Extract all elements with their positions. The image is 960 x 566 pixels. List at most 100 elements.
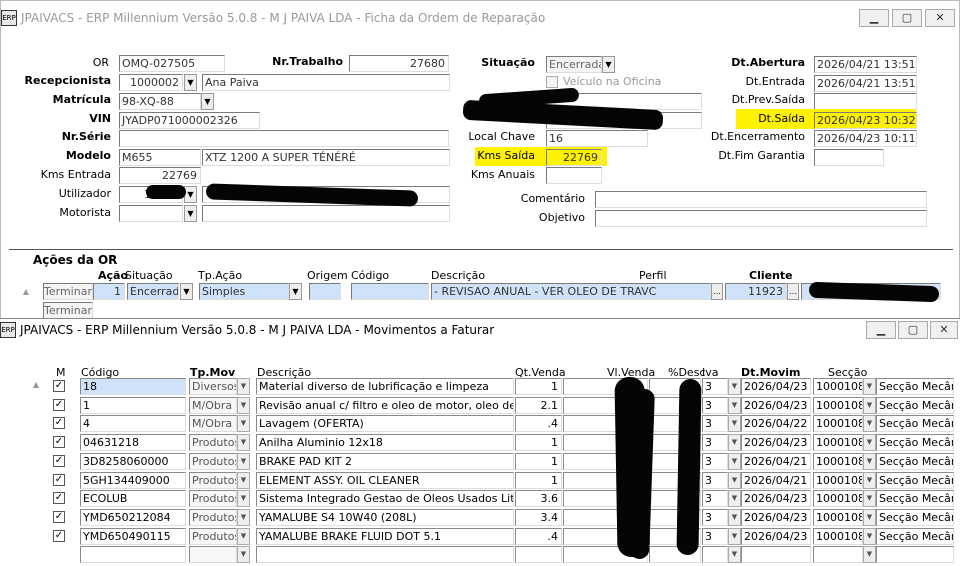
dt-movim-cell[interactable]: 2026/04/23 — [741, 396, 811, 414]
select-checkbox[interactable]: ✓ — [53, 436, 65, 449]
dt-movim-cell[interactable]: 2026/04/22 — [741, 415, 811, 433]
terminar-button[interactable]: Terminar — [43, 283, 93, 300]
local-chave-field[interactable]: 16 — [546, 130, 648, 147]
table-row[interactable]: ✓ 4 M/Obra ▼ Lavagem (OFERTA) .4 3 ▼ 2026/04/22 1… — [0, 414, 960, 433]
seccao-cell[interactable]: Secção Mecân — [876, 452, 954, 470]
table-row[interactable]: ✓ ECOLUB Produtos ▼ Sistema Integrado Gestao… — [0, 489, 960, 508]
kms-anuais-field[interactable] — [546, 167, 602, 184]
seccao-code-cell[interactable]: 1000108 — [813, 452, 863, 470]
table-row[interactable]: ✓ YMD650212084 Produtos ▼ YAMALUBE S4 10W40 … — [0, 508, 960, 527]
seccao-cell[interactable]: Secção Mecân — [876, 508, 954, 526]
tp-mov-cell[interactable]: Produtos — [189, 471, 237, 489]
matricula-field[interactable]: 98-XQ-88 — [119, 93, 201, 110]
iva-dropdown-icon[interactable]: ▼ — [728, 471, 741, 489]
acao-number-cell[interactable]: 1 — [93, 283, 125, 300]
qt-venda-cell[interactable]: 1 — [515, 471, 562, 489]
close-button[interactable]: ✕ — [930, 321, 958, 339]
seccao-dropdown-icon[interactable]: ▼ — [863, 415, 876, 433]
codigo-cell[interactable]: 1 — [80, 396, 186, 414]
iva-cell[interactable]: 3 — [702, 452, 728, 470]
acao-desc-ellipsis-icon[interactable]: … — [711, 283, 723, 300]
scroll-up-icon[interactable]: ▲ — [19, 285, 33, 299]
qt-venda-cell[interactable]: .4 — [515, 527, 562, 545]
iva-dropdown-icon[interactable]: ▼ — [728, 546, 741, 564]
iva-cell[interactable]: 3 — [702, 508, 728, 526]
tp-mov-dropdown-icon[interactable]: ▼ — [237, 378, 250, 395]
maximize-button[interactable]: ▢ — [898, 321, 928, 339]
dt-movim-cell[interactable]: 2026/04/21 — [741, 452, 811, 470]
select-checkbox[interactable]: ✓ — [53, 492, 65, 505]
dt-saida-field[interactable]: 2026/04/23 10:32 — [814, 112, 917, 129]
tp-mov-cell[interactable]: Diversos — [189, 378, 237, 395]
maximize-button[interactable]: ▢ — [892, 9, 922, 27]
recepcionista-code-field[interactable]: 1000002 — [119, 74, 183, 91]
qt-venda-cell[interactable]: .4 — [515, 415, 562, 433]
acao-cliente-cell[interactable]: 11923 — [725, 283, 787, 300]
descricao-cell[interactable]: Anilha Aluminio 12x18 — [256, 434, 514, 452]
seccao-cell[interactable]: Secção Mecân — [876, 434, 954, 452]
table-row[interactable]: ✓ YMD650490115 Produtos ▼ YAMALUBE BRAKE FLU… — [0, 527, 960, 546]
table-row[interactable]: ✓ 18 Diversos ▼ Material diverso de lubrific… — [0, 377, 960, 396]
codigo-cell[interactable]: ECOLUB — [80, 490, 186, 508]
iva-cell[interactable]: 3 — [702, 527, 728, 545]
codigo-cell[interactable]: 5GH134409000 — [80, 471, 186, 489]
seccao-dropdown-icon[interactable]: ▼ — [863, 378, 876, 395]
matricula-dropdown-icon[interactable]: ▼ — [201, 93, 214, 110]
table-row[interactable]: ▼ ▼ ▼ — [0, 545, 960, 564]
acao-descricao-cell[interactable]: - REVISAO ANUAL - VER OLEO DE TRAVC — [431, 283, 711, 300]
seccao-code-cell[interactable] — [813, 546, 863, 564]
descricao-cell[interactable]: Material diverso de lubrificação e limpe… — [256, 378, 514, 395]
iva-dropdown-icon[interactable]: ▼ — [728, 434, 741, 452]
tp-mov-dropdown-icon[interactable]: ▼ — [237, 508, 250, 526]
seccao-dropdown-icon[interactable]: ▼ — [863, 452, 876, 470]
acao-origem-cell[interactable] — [309, 283, 341, 300]
tp-mov-dropdown-icon[interactable]: ▼ — [237, 546, 250, 564]
descricao-cell[interactable]: YAMALUBE BRAKE FLUID DOT 5.1 — [256, 527, 514, 545]
seccao-code-cell[interactable]: 1000108 — [813, 508, 863, 526]
seccao-code-cell[interactable]: 1000108 — [813, 396, 863, 414]
seccao-cell[interactable]: Secção Mecân — [876, 396, 954, 414]
codigo-cell[interactable] — [80, 546, 186, 564]
select-checkbox[interactable]: ✓ — [53, 380, 65, 392]
seccao-code-cell[interactable]: 1000108 — [813, 434, 863, 452]
seccao-code-cell[interactable]: 1000108 — [813, 378, 863, 395]
tp-mov-dropdown-icon[interactable]: ▼ — [237, 490, 250, 508]
tp-mov-dropdown-icon[interactable]: ▼ — [237, 415, 250, 433]
tp-mov-cell[interactable]: Produtos — [189, 508, 237, 526]
acao-tp-cell[interactable]: Simples — [199, 283, 289, 300]
seccao-dropdown-icon[interactable]: ▼ — [863, 546, 876, 564]
seccao-dropdown-icon[interactable]: ▼ — [863, 508, 876, 526]
seccao-cell[interactable]: Secção Mecân — [876, 471, 954, 489]
qt-venda-cell[interactable]: 3.4 — [515, 508, 562, 526]
descricao-cell[interactable]: ELEMENT ASSY. OIL CLEANER — [256, 471, 514, 489]
iva-cell[interactable]: 3 — [702, 471, 728, 489]
select-checkbox[interactable]: ✓ — [53, 454, 65, 467]
dt-fim-garantia-field[interactable] — [814, 149, 884, 166]
qt-venda-cell[interactable]: 1 — [515, 378, 562, 395]
descricao-cell[interactable]: Lavagem (OFERTA) — [256, 415, 514, 433]
select-checkbox[interactable]: ✓ — [53, 417, 65, 430]
tp-mov-cell[interactable]: M/Obra — [189, 396, 237, 414]
situacao-dropdown-icon[interactable]: ▼ — [602, 56, 615, 73]
kms-saida-field[interactable]: 22769 — [546, 149, 602, 166]
iva-cell[interactable] — [702, 546, 728, 564]
acao-situacao-dropdown-icon[interactable]: ▼ — [180, 283, 193, 300]
seccao-cell[interactable]: Secção Mecân — [876, 527, 954, 545]
acao-tp-dropdown-icon[interactable]: ▼ — [289, 283, 302, 300]
codigo-cell[interactable]: 18 — [80, 378, 186, 395]
iva-dropdown-icon[interactable]: ▼ — [728, 396, 741, 414]
seccao-code-cell[interactable]: 1000108 — [813, 471, 863, 489]
descricao-cell[interactable]: Revisão anual c/ filtro e oleo de motor,… — [256, 396, 514, 414]
seccao-code-cell[interactable]: 1000108 — [813, 490, 863, 508]
recepcionista-name-field[interactable]: Ana Paiva — [202, 74, 450, 91]
close-button[interactable]: ✕ — [925, 9, 955, 27]
tp-mov-dropdown-icon[interactable]: ▼ — [237, 527, 250, 545]
dt-movim-cell[interactable] — [741, 546, 811, 564]
select-checkbox[interactable]: ✓ — [53, 473, 65, 486]
qt-venda-cell[interactable]: 2.1 — [515, 396, 562, 414]
dt-movim-cell[interactable]: 2026/04/23 — [741, 378, 811, 395]
vin-field[interactable]: JYADP071000002326 — [119, 112, 260, 129]
veiculo-oficina-checkbox[interactable] — [546, 76, 558, 88]
codigo-cell[interactable]: 3D8258060000 — [80, 452, 186, 470]
qt-venda-cell[interactable]: 1 — [515, 434, 562, 452]
